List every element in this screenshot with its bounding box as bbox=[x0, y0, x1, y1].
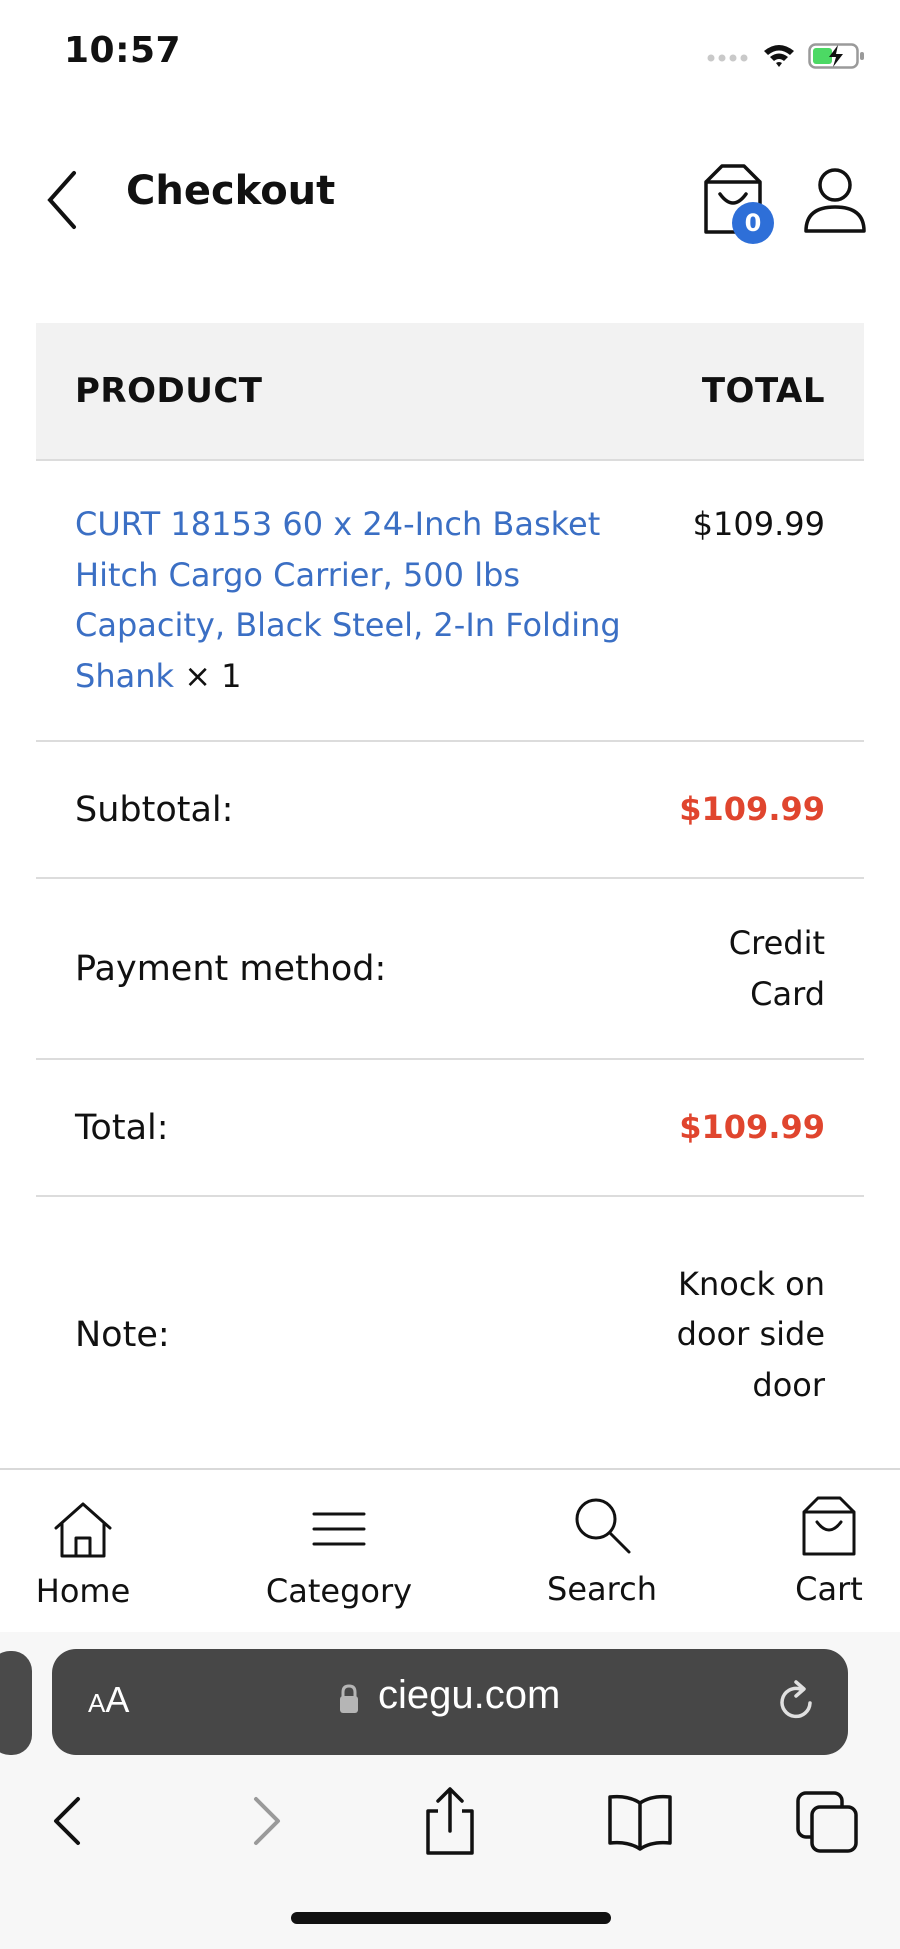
column-header-product: PRODUCT bbox=[75, 371, 263, 411]
note-text: Knock on door side door bbox=[676, 1264, 825, 1404]
browser-back-icon[interactable] bbox=[30, 1781, 110, 1861]
table-row-product: CURT 18153 60 x 24-Inch Basket Hitch Car… bbox=[36, 461, 864, 742]
tabs-icon[interactable] bbox=[788, 1781, 868, 1861]
product-cell: CURT 18153 60 x 24-Inch Basket Hitch Car… bbox=[75, 499, 635, 701]
cellular-signal-icon bbox=[707, 54, 748, 62]
table-row-note: Note: Knock on door side door bbox=[36, 1197, 864, 1472]
payment-method-text: Credit Card bbox=[728, 924, 825, 1013]
reload-icon[interactable] bbox=[774, 1679, 818, 1725]
tab-cart[interactable]: Cart bbox=[778, 1470, 880, 1630]
user-account-icon[interactable] bbox=[800, 165, 870, 235]
tab-cart-label: Cart bbox=[795, 1570, 863, 1608]
total-value: $109.99 bbox=[679, 1108, 825, 1147]
text-size-small-a: A bbox=[88, 1688, 106, 1718]
back-chevron-icon[interactable] bbox=[40, 165, 90, 235]
battery-icon bbox=[808, 43, 864, 69]
note-label: Note: bbox=[75, 1314, 170, 1355]
tab-category[interactable]: Category bbox=[262, 1470, 416, 1630]
table-row-total: Total: $109.99 bbox=[36, 1060, 864, 1197]
product-link[interactable]: CURT 18153 60 x 24-Inch Basket Hitch Car… bbox=[75, 505, 621, 695]
total-label: Total: bbox=[75, 1107, 169, 1148]
lock-icon bbox=[340, 1684, 358, 1713]
status-bar: 10:57 bbox=[0, 0, 900, 110]
order-details-table: PRODUCT TOTAL CURT 18153 60 x 24-Inch Ba… bbox=[36, 323, 864, 1472]
tab-category-label: Category bbox=[265, 1572, 413, 1610]
text-size-button[interactable]: AA bbox=[88, 1679, 129, 1721]
subtotal-value: $109.99 bbox=[679, 790, 825, 829]
product-quantity: × 1 bbox=[184, 656, 242, 695]
tab-home[interactable]: Home bbox=[20, 1470, 146, 1630]
status-icons bbox=[706, 38, 866, 74]
table-header-row: PRODUCT TOTAL bbox=[36, 323, 864, 461]
bookmarks-icon[interactable] bbox=[600, 1781, 680, 1861]
home-indicator bbox=[291, 1912, 611, 1924]
note-value: Knock on door side door bbox=[675, 1259, 864, 1411]
search-icon bbox=[575, 1498, 631, 1554]
share-icon[interactable] bbox=[410, 1781, 490, 1861]
table-row-subtotal: Subtotal: $109.99 bbox=[36, 742, 864, 879]
page-title: Checkout bbox=[126, 168, 336, 214]
tab-home-label: Home bbox=[35, 1572, 131, 1610]
cart-count-badge: 0 bbox=[732, 202, 774, 244]
column-header-total: TOTAL bbox=[701, 371, 825, 411]
bottom-tab-bar: Home Category Search Cart bbox=[0, 1468, 900, 1632]
menu-icon bbox=[312, 1512, 366, 1546]
tab-search[interactable]: Search bbox=[538, 1470, 666, 1630]
address-bar[interactable]: AA ciegu.com bbox=[52, 1649, 848, 1755]
payment-method-label: Payment method: bbox=[75, 948, 387, 989]
app-header: Checkout 0 bbox=[0, 110, 900, 280]
status-time: 10:57 bbox=[64, 30, 182, 71]
payment-method-value: Credit Card bbox=[675, 918, 864, 1019]
subtotal-label: Subtotal: bbox=[75, 789, 234, 830]
url-text: ciegu.com bbox=[378, 1673, 561, 1717]
browser-toolbar: AA ciegu.com bbox=[0, 1630, 900, 1949]
text-size-big-a: A bbox=[105, 1679, 130, 1720]
tab-search-label: Search bbox=[547, 1570, 657, 1608]
wifi-icon bbox=[764, 45, 794, 67]
product-line-total: $109.99 bbox=[692, 505, 825, 543]
previous-tab-pill[interactable] bbox=[0, 1651, 32, 1755]
browser-forward-icon[interactable] bbox=[224, 1781, 304, 1861]
cart-icon bbox=[802, 1496, 856, 1556]
table-row-payment-method: Payment method: Credit Card bbox=[36, 879, 864, 1060]
home-icon bbox=[54, 1502, 112, 1558]
